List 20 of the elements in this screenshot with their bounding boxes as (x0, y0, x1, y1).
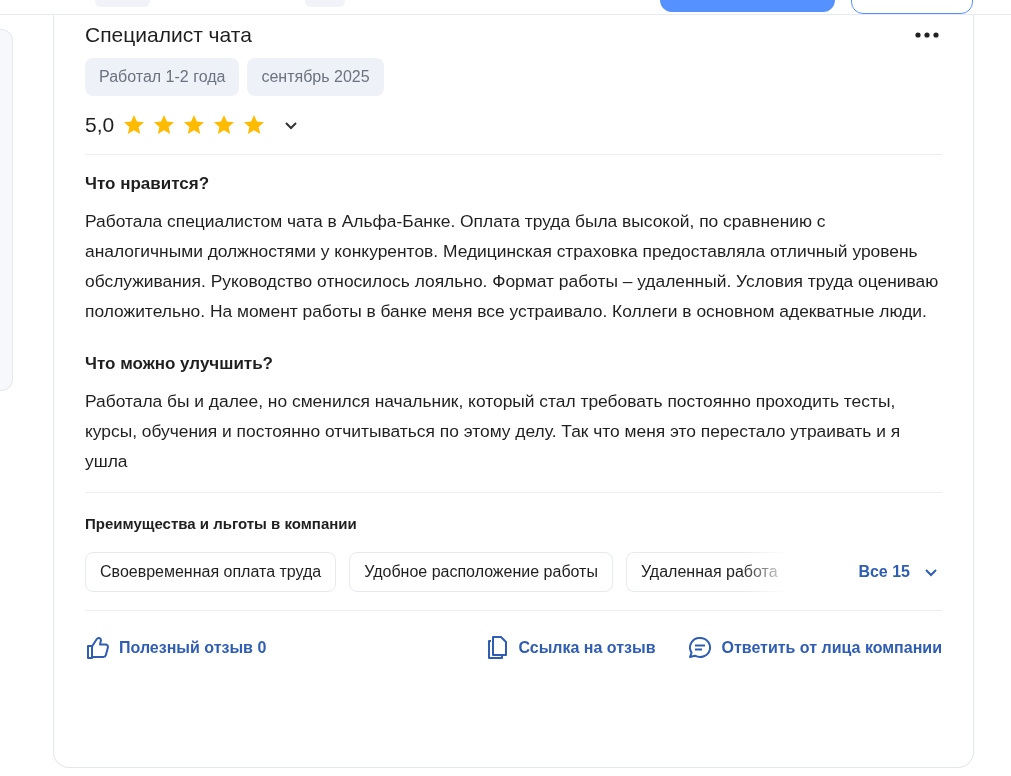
tag: Работал 1-2 года (85, 58, 240, 96)
section-heading: Что нравится? (85, 174, 211, 194)
reply-button[interactable]: Ответить от лица компании (687, 635, 942, 661)
benefit-chip: Своевременная оплата труда (85, 552, 337, 592)
rating-score: 5,0 (85, 113, 115, 137)
chevron-down-icon[interactable] (284, 120, 299, 130)
useful-button[interactable]: Полезный отзыв 0 (85, 635, 267, 661)
review-text: Работала бы и далее, но сменился начальник, который стал требовать постоянно проходить тесты, курсы, обучения и постоянно отчитываться по этому делу. Так что меня это перестало утраивать и я ушла (85, 390, 902, 473)
review-title: Специалист чата (85, 22, 252, 48)
section-heading: Что можно улучшить? (85, 354, 274, 374)
thumbs-up-icon (85, 635, 111, 661)
more-icon[interactable] (915, 32, 939, 38)
chevron-down-icon (924, 567, 938, 577)
benefit-chip: Удобное расположение работы (349, 552, 613, 592)
chat-bubble-icon (687, 635, 714, 661)
review-text: Работала специалистом чата в Альфа-Банке. Оплата труда была высокой, по сравнению с аналогичными должностями у конкурентов. Медицинская страховка предоставляла отличный уровень обслуживания. Руководство относилось лояльно. Формат работы – удаленный. Условия труда оцениваю положительно. На момент работы в банке меня все устраивало. Коллеги в основном адекватные люди. (85, 210, 940, 323)
benefits-heading: Преимущества и льготы в компании (85, 515, 358, 532)
show-all-button[interactable]: Все 15 (858, 563, 942, 581)
tag: сентябрь 2025 (247, 58, 384, 96)
copy-link-button[interactable]: Ссылка на отзыв (486, 635, 656, 661)
